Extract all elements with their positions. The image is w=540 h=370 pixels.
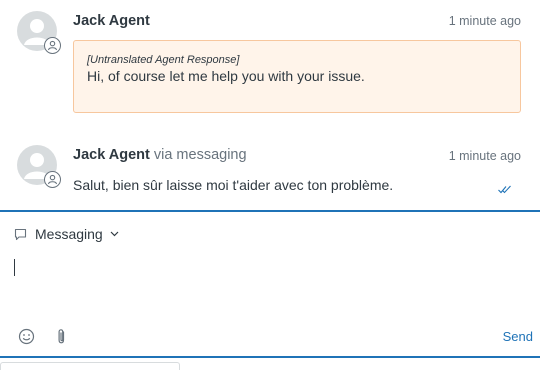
untranslated-note: [Untranslated Agent Response] Hi, of cou… [73,40,521,113]
chevron-down-icon [110,231,119,237]
message-text: Hi, of course let me help you with your … [87,68,365,84]
untranslated-tag: [Untranslated Agent Response] [87,54,240,66]
reply-composer: Messaging Send [0,210,540,358]
message-timestamp[interactable]: 1 minute ago [449,149,521,163]
message-author-line: Jack Agent via messaging [73,147,247,163]
double-check-icon [498,181,512,199]
send-button[interactable]: Send [503,329,533,344]
text-caret [14,259,15,276]
message-internal-note: Jack Agent 1 minute ago [Untranslated Ag… [0,0,540,125]
agent-badge-icon [44,37,61,54]
message-author[interactable]: Jack Agent [73,13,150,29]
agent-badge-icon [44,171,61,188]
bottom-panel-edge [0,362,180,370]
speech-bubble-icon [14,228,27,240]
channel-label: Messaging [35,226,103,242]
reply-input[interactable] [10,254,530,314]
attach-button[interactable] [55,328,68,350]
paperclip-icon [58,329,65,344]
message-messaging: Jack Agent via messaging 1 minute ago Sa… [0,125,540,210]
message-author[interactable]: Jack Agent [73,147,150,163]
emoji-button[interactable] [18,328,35,350]
message-channel: via messaging [153,147,247,163]
message-timestamp[interactable]: 1 minute ago [449,14,521,28]
conversation-thread: Jack Agent 1 minute ago [Untranslated Ag… [0,0,540,210]
emoji-icon [18,328,35,345]
channel-selector[interactable]: Messaging [14,224,119,244]
message-text: Salut, bien sûr laisse moi t'aider avec … [73,177,394,193]
